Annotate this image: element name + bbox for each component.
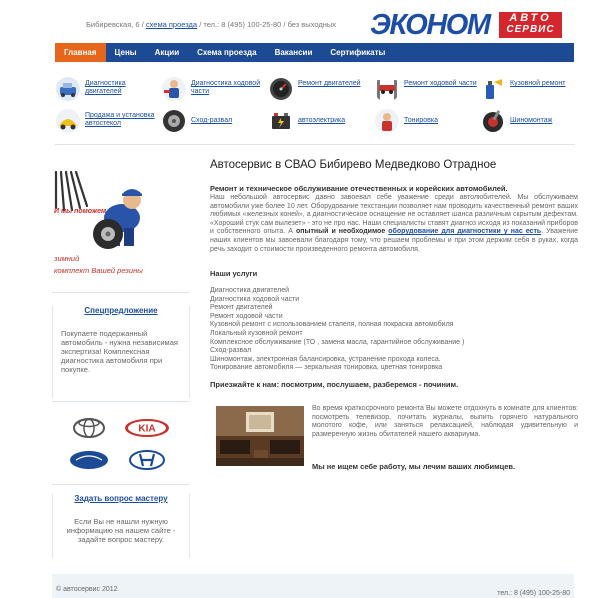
logo-main-text: ЭКОНОМ [370,9,491,41]
svg-text:KIA: KIA [138,424,155,435]
service-chassis-diagnostics[interactable]: Диагностика ходовой части [161,76,265,102]
wheel-icon [163,110,185,132]
list-item: Диагностика ходовой части [210,295,300,303]
service-engine-repair[interactable]: Ремонт двигателей [268,76,372,102]
address-text: Бибиревская, 6 / [86,20,144,29]
tire-icon [483,110,503,132]
hyundai-h-logo [129,450,165,470]
waiting-room-text: Во время краткосрочного ремонта Вы может… [312,405,578,438]
footer-phone: тел.: 8 (495) 100-25-80 [497,590,570,597]
service-chassis-repair[interactable]: Ремонт ходовой части [374,76,478,102]
service-tinting[interactable]: Тонировка [374,108,478,134]
nav-item-prices[interactable]: Цены [106,43,146,62]
invite-text: Приезжайте к нам: посмотрим, послушаем, … [210,380,459,389]
service-auto-glass[interactable]: Продажа и установка автостекол [55,108,159,134]
phone-info: / тел.: 8 (495) 100-25-80 / без выходных [199,20,337,29]
service-label[interactable]: Шиномонтаж [510,117,584,125]
service-label[interactable]: Продажа и установка автостекол [85,112,159,128]
divider [55,144,575,145]
service-label[interactable]: Диагностика двигателей [85,80,159,96]
divider [52,401,190,402]
toyota-logo [73,418,105,438]
motto-text: Мы не ищем себе работу, мы лечим ваших л… [312,462,516,471]
services-heading: Наши услуги [210,269,258,278]
ask-master-box: Задать вопрос мастеру Если Вы не нашли н… [52,494,190,558]
promo-text-2: зимний [54,254,80,263]
hyundai-logo [70,451,108,469]
site-logo[interactable]: ЭКОНОМ АВТО СЕРВИС [370,10,562,40]
service-auto-electrics[interactable]: автоэлектрика [268,108,372,134]
special-offer-box: Спецпредложение Покупаете подержанный ав… [52,306,190,398]
copyright: © автосервис 2012 [56,586,118,593]
special-offer-title[interactable]: Спецпредложение [53,306,189,315]
logo-avto-badge: АВТО СЕРВИС [499,12,562,38]
waiting-room-image [216,406,304,466]
diagnostic-icon [56,77,80,101]
glass-icon [56,109,80,133]
service-label[interactable]: Тонировка [404,117,478,125]
nav-item-promos[interactable]: Акции [146,43,189,62]
services-list: Диагностика двигателей Диагностика ходов… [210,287,464,373]
intro-bold: опытный и необходимое [295,228,386,236]
service-body-repair[interactable]: Кузовной ремонт [480,76,584,102]
divider [52,484,190,485]
service-label[interactable]: Кузовной ремонт [510,80,584,88]
promo-text-3: комплект Вашей резины [54,266,143,275]
mechanic-icon [162,77,186,101]
service-label[interactable]: Сход-развал [191,117,265,125]
service-label[interactable]: автоэлектрика [298,117,372,125]
list-item: Кузовной ремонт с использованием стапеля… [210,321,454,329]
main-nav: Главная Цены Акции Схема проезда Ваканси… [55,43,574,62]
lead-text: Ремонт и техническое обслуживание отечес… [210,184,508,193]
service-label[interactable]: Ремонт двигателей [298,80,372,88]
tinting-icon [375,109,399,133]
page-title: Автосервис в СВАО Бибирево Медведково От… [210,159,497,171]
divider [52,292,190,293]
nav-item-vacancies[interactable]: Вакансии [266,43,322,62]
service-engine-diagnostics[interactable]: Диагностика двигателей [55,76,159,102]
kia-logo: KIA [125,419,169,437]
nav-item-certificates[interactable]: Сертификаты [321,43,394,62]
winter-tire-promo[interactable]: И мы поможем зимний комплект Вашей резин… [52,168,174,280]
mechanic-with-tire-illustration [54,170,142,249]
waiting-room-photo [216,406,304,466]
nav-item-home[interactable]: Главная [55,43,106,62]
spray-paint-icon [486,79,502,99]
logo-avto-text: АВТО [509,12,552,24]
service-label[interactable]: Ремонт ходовой части [404,80,478,88]
list-item: Сход-развал [210,347,252,355]
list-item: Диагностика двигателей [210,287,290,294]
list-item: Тонирование автомобиля — зеркальная тони… [210,364,443,372]
footer: © автосервис 2012 тел.: 8 (495) 100-25-8… [52,574,574,598]
list-item: Комплексное обслуживание (ТО , замена ма… [210,338,465,346]
list-item: Ремонт двигателей [210,304,273,312]
battery-icon [272,113,290,129]
brand-logos: KIA [64,418,178,476]
special-offer-text: Покупаете подержанный автомобиль - нужна… [61,329,178,374]
ask-master-title[interactable]: Задать вопрос мастеру [53,494,189,503]
header-contact-line: Бибиревская, 6 / схема проезда / тел.: 8… [86,20,336,29]
promo-text-1: И мы поможем [54,208,107,215]
services-grid: Диагностика двигателей Диагностика ходов… [55,76,575,136]
nav-item-map[interactable]: Схема проезда [188,43,265,62]
ask-master-text: Если Вы не нашли нужную информацию на на… [66,517,176,544]
map-link[interactable]: схема проезда [146,20,197,29]
logo-servis-text: СЕРВИС [506,24,555,35]
lift-icon [377,80,397,100]
gauge-icon [270,78,292,100]
service-label[interactable]: Диагностика ходовой части [191,80,265,96]
list-item: Локальный кузовной ремонт [210,329,303,337]
service-wheel-alignment[interactable]: Сход-развал [161,108,265,134]
diagnostics-equipment-link[interactable]: оборудование для диагностики у нас есть [388,228,541,235]
intro-paragraph: Наш небольшой автосервис давно завоевал … [210,194,578,254]
service-tire-fitting[interactable]: Шиномонтаж [480,108,584,134]
